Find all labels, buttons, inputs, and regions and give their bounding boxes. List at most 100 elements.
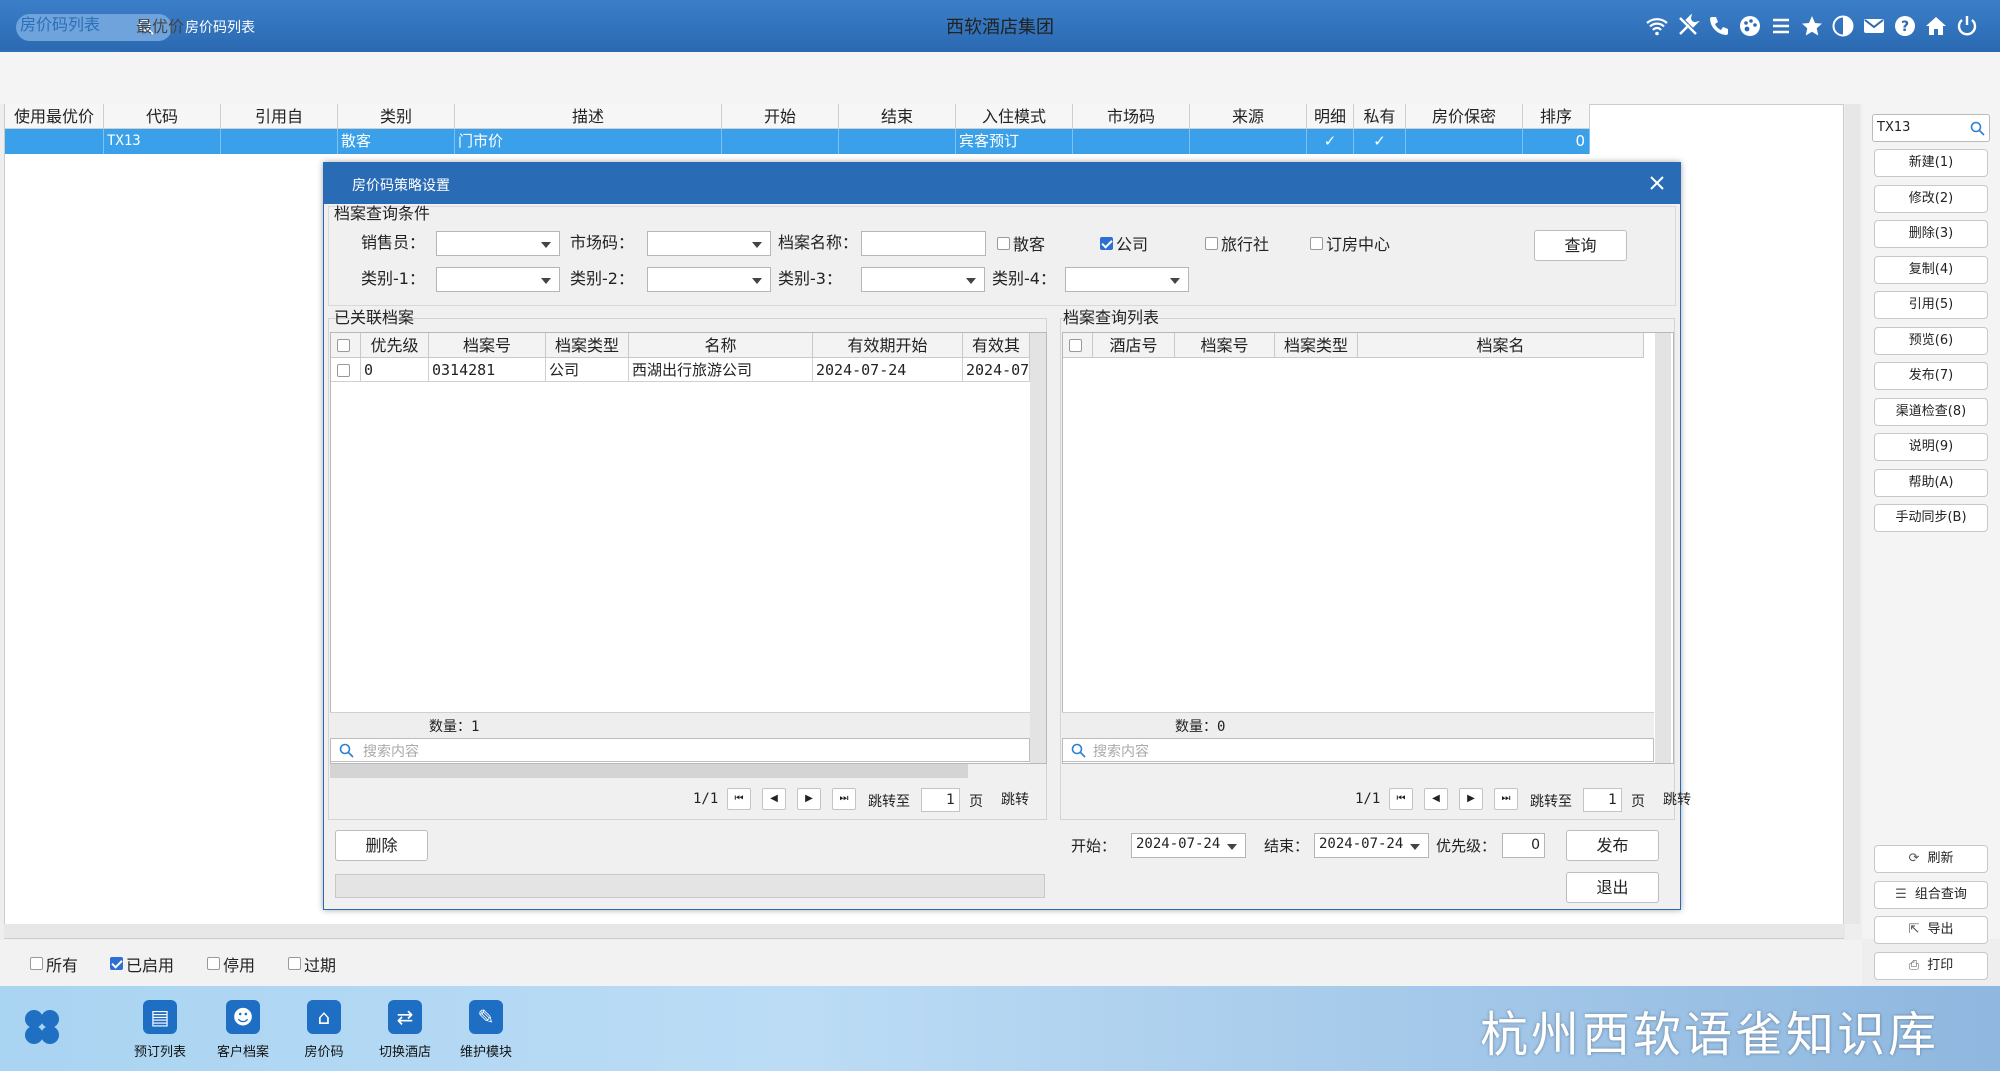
profile-type-checkbox[interactable]: [997, 237, 1010, 250]
filter-checkbox[interactable]: [207, 957, 220, 970]
last-page-icon[interactable]: ⏭: [832, 788, 856, 810]
tools-icon[interactable]: [1676, 14, 1700, 38]
column-header[interactable]: 明细: [1307, 104, 1354, 129]
next-page-icon[interactable]: ▶: [797, 788, 821, 810]
menu-icon[interactable]: [1769, 14, 1793, 38]
jump-button[interactable]: 跳转: [1659, 788, 1695, 812]
linked-column-header[interactable]: 有效其: [963, 333, 1030, 358]
filter-checkbox[interactable]: [110, 957, 123, 970]
panel-button[interactable]: ⎙ 打印: [1874, 951, 1988, 980]
horizontal-scrollbar[interactable]: [4, 924, 1845, 938]
row-checkbox[interactable]: [337, 364, 350, 377]
query-button[interactable]: 查询: [1534, 230, 1627, 261]
action-button[interactable]: 修改(2): [1874, 184, 1988, 213]
query-column-header[interactable]: 酒店号: [1093, 333, 1175, 358]
publish-button[interactable]: 发布: [1566, 830, 1659, 861]
salesperson-select[interactable]: [436, 231, 560, 256]
theme-icon[interactable]: [1831, 14, 1855, 38]
column-header[interactable]: 结束: [839, 104, 956, 129]
start-date-picker[interactable]: 2024-07-24: [1131, 833, 1246, 858]
prev-page-icon[interactable]: ◀: [762, 788, 786, 810]
column-header[interactable]: 类别: [338, 104, 455, 129]
code-search-input[interactable]: TX13: [1872, 114, 1990, 142]
end-date-picker[interactable]: 2024-07-24: [1314, 833, 1429, 858]
action-button[interactable]: 预览(6): [1874, 326, 1988, 355]
panel-button[interactable]: ⇱ 导出: [1874, 916, 1988, 944]
prev-page-icon[interactable]: ◀: [1424, 788, 1448, 810]
column-header[interactable]: 描述: [455, 104, 722, 129]
column-header[interactable]: 房价保密: [1406, 104, 1523, 129]
linked-column-header[interactable]: 档案类型: [546, 333, 629, 358]
action-button[interactable]: 帮助(A): [1874, 468, 1988, 497]
linked-column-header[interactable]: 档案号: [429, 333, 546, 358]
last-page-icon[interactable]: ⏭: [1494, 788, 1518, 810]
linked-search-input[interactable]: 搜索内容: [330, 738, 1030, 762]
app-logo-icon[interactable]: [22, 1007, 62, 1047]
home-icon[interactable]: [1924, 14, 1948, 38]
query-column-header[interactable]: 档案名: [1358, 333, 1644, 358]
column-header[interactable]: 引用自: [221, 104, 338, 129]
star-icon[interactable]: [1800, 14, 1824, 38]
tab-best-price[interactable]: 最优价: [116, 14, 204, 54]
action-button[interactable]: 复制(4): [1874, 255, 1988, 284]
maintenance-icon[interactable]: ✎: [469, 1000, 503, 1034]
action-button[interactable]: 手动同步(B): [1874, 504, 1988, 532]
first-page-icon[interactable]: ⏮: [727, 788, 751, 810]
booking-list-icon[interactable]: ▤: [143, 1000, 177, 1034]
power-icon[interactable]: [1955, 14, 1979, 38]
customer-profile-icon[interactable]: ☻: [226, 1000, 260, 1034]
linked-horizontal-scrollbar[interactable]: [330, 764, 968, 778]
category4-select[interactable]: [1065, 267, 1189, 292]
page-number-input[interactable]: 1: [1583, 788, 1622, 812]
action-button[interactable]: 删除(3): [1874, 220, 1988, 248]
exit-button[interactable]: 退出: [1566, 872, 1659, 903]
panel-button[interactable]: ☰ 组合查询: [1874, 880, 1988, 909]
linked-grid-scrollbar[interactable]: [1030, 333, 1046, 763]
rate-code-icon[interactable]: ⌂: [307, 1000, 341, 1034]
column-header[interactable]: 使用最优价: [5, 104, 104, 129]
page-number-input[interactable]: 1: [921, 788, 960, 812]
query-column-header[interactable]: 档案号: [1175, 333, 1275, 358]
column-header[interactable]: 来源: [1190, 104, 1307, 129]
action-button[interactable]: 说明(9): [1874, 433, 1988, 461]
action-button[interactable]: 新建(1): [1874, 149, 1988, 177]
wifi-icon[interactable]: [1645, 14, 1669, 38]
column-header[interactable]: 入住模式: [956, 104, 1073, 129]
priority-input[interactable]: 0: [1502, 833, 1545, 858]
profile-name-input[interactable]: [861, 231, 986, 256]
category3-select[interactable]: [861, 267, 985, 292]
jump-button[interactable]: 跳转: [997, 788, 1033, 812]
next-page-icon[interactable]: ▶: [1459, 788, 1483, 810]
query-column-header[interactable]: 档案类型: [1275, 333, 1358, 358]
panel-button[interactable]: ⟳ 刷新: [1874, 845, 1988, 873]
filter-checkbox[interactable]: [288, 957, 301, 970]
help-icon[interactable]: ?: [1893, 14, 1917, 38]
action-button[interactable]: 渠道检查(8): [1874, 397, 1988, 426]
switch-hotel-icon[interactable]: ⇄: [388, 1000, 422, 1034]
palette-icon[interactable]: [1738, 14, 1762, 38]
column-header[interactable]: 市场码: [1073, 104, 1190, 129]
first-page-icon[interactable]: ⏮: [1389, 788, 1413, 810]
column-header[interactable]: 私有: [1354, 104, 1406, 129]
column-header[interactable]: 代码: [104, 104, 221, 129]
action-button[interactable]: 引用(5): [1874, 291, 1988, 319]
tab-rate-code-list[interactable]: 房价码列表: [0, 12, 121, 52]
filter-checkbox[interactable]: [30, 957, 43, 970]
profile-type-checkbox[interactable]: [1310, 237, 1323, 250]
vertical-scrollbar[interactable]: [1845, 104, 1860, 924]
linked-column-header[interactable]: 名称: [629, 333, 813, 358]
category2-select[interactable]: [647, 267, 771, 292]
mail-icon[interactable]: [1862, 14, 1886, 38]
select-all-checkbox[interactable]: [337, 339, 350, 352]
category1-select[interactable]: [436, 267, 560, 292]
column-header[interactable]: 排序: [1523, 104, 1590, 129]
action-button[interactable]: 发布(7): [1874, 362, 1988, 390]
profile-type-checkbox[interactable]: [1205, 237, 1218, 250]
linked-column-header[interactable]: 优先级: [361, 333, 429, 358]
delete-button[interactable]: 删除: [335, 830, 428, 861]
column-header[interactable]: 开始: [722, 104, 839, 129]
select-all-checkbox[interactable]: [1069, 339, 1082, 352]
profile-type-checkbox[interactable]: [1100, 237, 1113, 250]
query-grid-scrollbar[interactable]: [1655, 333, 1671, 763]
linked-column-header[interactable]: 有效期开始: [813, 333, 963, 358]
